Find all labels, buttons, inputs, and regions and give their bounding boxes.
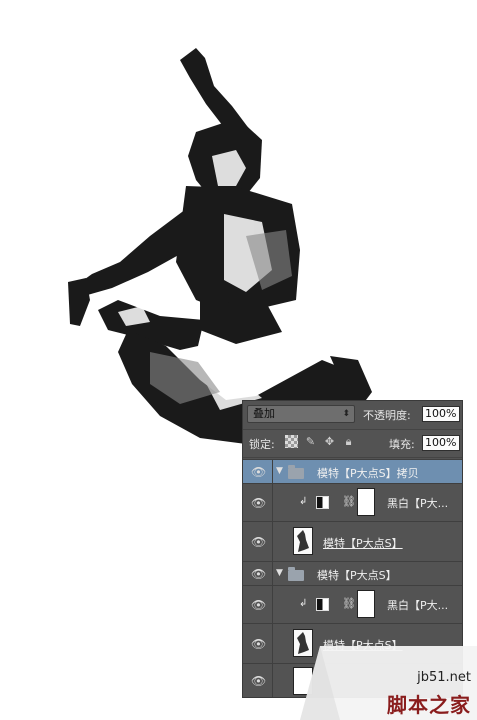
link-chain-icon[interactable]: ⛓︎ xyxy=(342,597,356,610)
lock-position-icon[interactable]: ✥ xyxy=(323,435,336,448)
folder-icon xyxy=(288,465,304,479)
layer-name: 模特【P大点S】 xyxy=(323,537,403,550)
visibility-eye-icon[interactable]: 👁︎ xyxy=(251,535,266,549)
layer-group[interactable]: 👁︎ ▼ 模特【P大点S】 xyxy=(243,561,462,585)
lock-all-icon[interactable]: 🔒︎ xyxy=(342,435,355,448)
opacity-input[interactable]: 100% xyxy=(422,406,460,422)
layer-mask-thumbnail[interactable] xyxy=(357,488,375,516)
opacity-label: 不透明度: xyxy=(363,409,411,422)
watermark-name: 脚本之家 xyxy=(387,693,471,717)
eye-column-divider xyxy=(272,460,273,483)
eye-column-divider xyxy=(272,624,273,663)
visibility-eye-icon[interactable]: 👁︎ xyxy=(251,496,266,510)
layer-thumbnail xyxy=(293,527,313,555)
clipping-arrow-icon: ↲ xyxy=(299,496,308,507)
lock-options: ✎ ✥ 🔒︎ xyxy=(285,435,355,448)
lock-pixels-icon[interactable]: ✎ xyxy=(304,435,317,448)
watermark-site: jb51.net xyxy=(417,670,471,685)
blend-mode-select[interactable]: 叠加 ⬍ xyxy=(247,405,355,423)
visibility-eye-icon[interactable]: 👁︎ xyxy=(251,465,266,479)
fill-input[interactable]: 100% xyxy=(422,435,460,451)
eye-column-divider xyxy=(272,522,273,561)
eye-column-divider xyxy=(272,562,273,585)
bw-adjustment-icon xyxy=(316,496,329,509)
bw-adjustment-icon xyxy=(316,598,329,611)
layer-bw-adjustment[interactable]: 👁︎ ↲ ⛓︎ 黑白【P大... xyxy=(243,585,462,623)
layer-name: 黑白【P大... xyxy=(387,497,449,510)
dropdown-arrow-icon: ⬍ xyxy=(342,409,350,419)
layer-model[interactable]: 👁︎ 模特【P大点S】 xyxy=(243,521,462,561)
folder-icon xyxy=(288,567,304,581)
eye-column-divider xyxy=(272,586,273,623)
eye-column-divider xyxy=(272,664,273,697)
link-chain-icon[interactable]: ⛓︎ xyxy=(342,495,356,508)
blend-opacity-row: 叠加 ⬍ 不透明度: 100% xyxy=(243,401,462,430)
layer-group-copy[interactable]: 👁︎ ▼ 模特【P大点S】拷贝 xyxy=(243,459,462,483)
visibility-eye-icon[interactable]: 👁︎ xyxy=(251,637,266,651)
lock-label: 锁定: xyxy=(249,438,275,451)
expand-triangle-icon[interactable]: ▼ xyxy=(276,568,283,578)
layer-name: 模特【P大点S】拷贝 xyxy=(317,467,419,480)
fill-label: 填充: xyxy=(389,438,415,451)
layer-name: 黑白【P大... xyxy=(387,599,449,612)
clipping-arrow-icon: ↲ xyxy=(299,598,308,609)
visibility-eye-icon[interactable]: 👁︎ xyxy=(251,674,266,688)
lock-fill-row: 锁定: ✎ ✥ 🔒︎ 填充: 100% xyxy=(243,429,462,458)
thumbnail-figure xyxy=(297,530,309,552)
layer-mask-thumbnail[interactable] xyxy=(357,590,375,618)
layer-bw-adjustment[interactable]: 👁︎ ↲ ⛓︎ 黑白【P大... xyxy=(243,483,462,521)
visibility-eye-icon[interactable]: 👁︎ xyxy=(251,598,266,612)
lock-transparency-icon[interactable] xyxy=(285,435,298,448)
expand-triangle-icon[interactable]: ▼ xyxy=(276,466,283,476)
layer-name: 模特【P大点S】 xyxy=(317,569,397,582)
eye-column-divider xyxy=(272,484,273,521)
visibility-eye-icon[interactable]: 👁︎ xyxy=(251,567,266,581)
blend-mode-value: 叠加 xyxy=(253,407,275,420)
